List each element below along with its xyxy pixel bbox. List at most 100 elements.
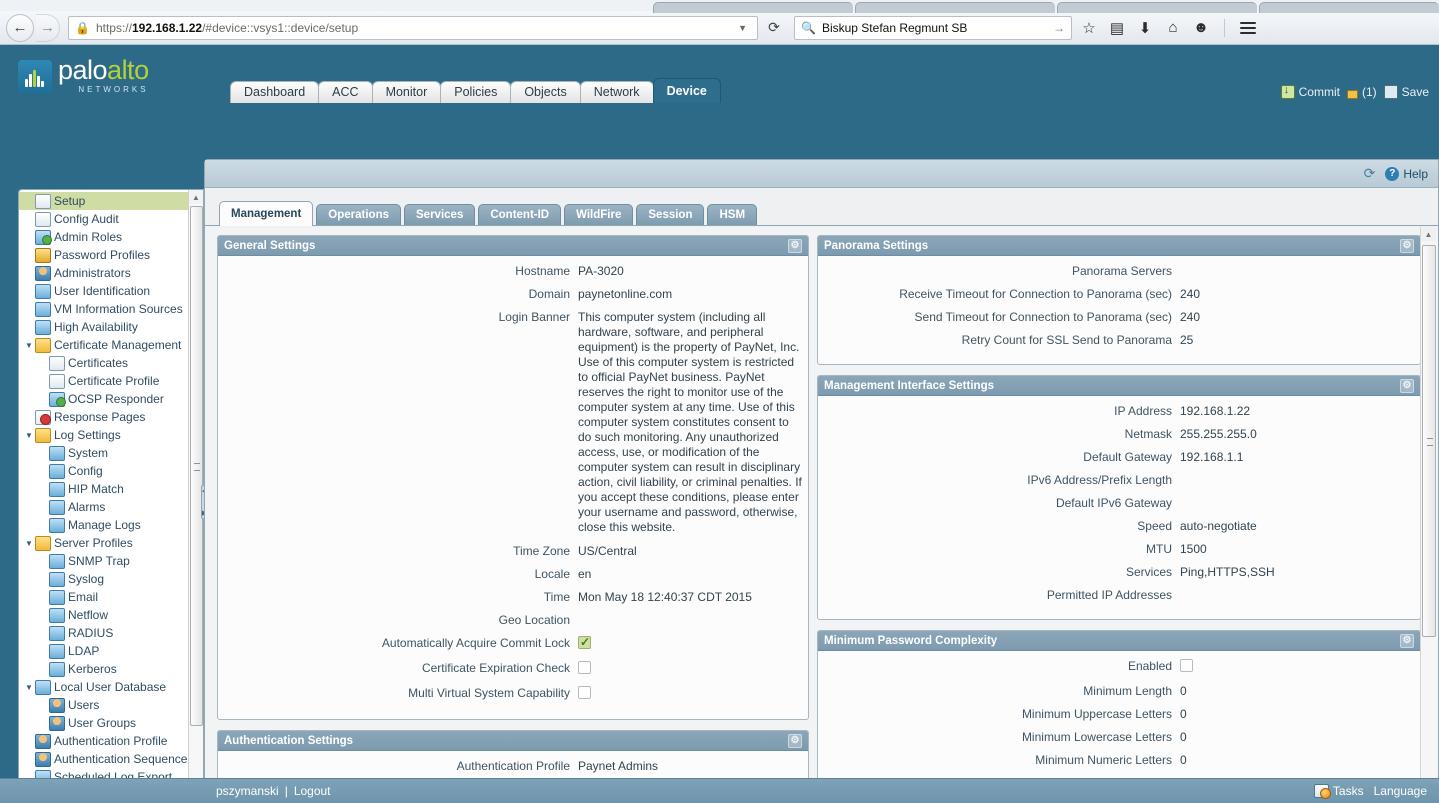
sidebar-item-syslog[interactable]: Syslog <box>19 570 203 588</box>
config-lock-button[interactable]: (1) <box>1346 85 1377 99</box>
sidebar-item-authentication-sequence[interactable]: Authentication Sequence <box>19 750 203 768</box>
reload-icon[interactable]: ⟳ <box>762 16 786 40</box>
subtab-operations[interactable]: Operations <box>316 204 402 225</box>
expand-arrow-icon[interactable]: ▼ <box>23 341 35 350</box>
nav-tab-objects[interactable]: Objects <box>510 81 581 103</box>
home-icon[interactable]: ⌂ <box>1164 18 1182 38</box>
scroll-up-arrow-icon[interactable]: ▲ <box>1425 227 1433 241</box>
sidebar-item-label: Config Audit <box>54 212 119 226</box>
sidebar-item-local-user-database[interactable]: ▼ Local User Database <box>19 678 203 696</box>
sidebar-item-certificate-profile[interactable]: Certificate Profile <box>19 372 203 390</box>
commit-button[interactable]: Commit <box>1280 84 1340 99</box>
nav-tab-acc[interactable]: ACC <box>318 81 373 103</box>
sidebar-item-system[interactable]: System <box>19 444 203 462</box>
sidebar-item-certificates[interactable]: Certificates <box>19 354 203 372</box>
back-arrow-icon[interactable]: ← <box>6 13 34 42</box>
sidebar-item-netflow[interactable]: Netflow <box>19 606 203 624</box>
checkbox[interactable] <box>578 686 591 699</box>
expand-arrow-icon[interactable]: ▼ <box>23 683 35 692</box>
star-icon[interactable]: ☆ <box>1080 18 1098 38</box>
sidebar-item-password-profiles[interactable]: Password Profiles <box>19 246 203 264</box>
chat-icon[interactable]: ☻ <box>1192 18 1210 38</box>
content-scroll-track[interactable] <box>1420 241 1437 803</box>
sidebar-item-vm-information-sources[interactable]: VM Information Sources <box>19 300 203 318</box>
sidebar-item-response-pages[interactable]: Response Pages <box>19 408 203 426</box>
subtab-wildfire[interactable]: WildFire <box>564 204 634 225</box>
sidebar-scroll-thumb[interactable] <box>189 206 203 726</box>
help-link[interactable]: ? Help <box>1385 166 1428 181</box>
sidebar-item-user-groups[interactable]: User Groups <box>19 714 203 732</box>
sidebar-item-setup[interactable]: Setup <box>19 192 203 210</box>
tasks-button[interactable]: Tasks <box>1313 784 1364 799</box>
sidebar-item-alarms[interactable]: Alarms <box>19 498 203 516</box>
checkbox[interactable] <box>1180 659 1193 672</box>
sidebar-item-kerberos[interactable]: Kerberos <box>19 660 203 678</box>
sidebar-item-user-identification[interactable]: User Identification <box>19 282 203 300</box>
subtab-session[interactable]: Session <box>636 204 705 225</box>
browser-tab[interactable] <box>1259 2 1439 13</box>
sidebar-item-authentication-profile[interactable]: Authentication Profile <box>19 732 203 750</box>
settings-row-value: 255.255.255.0 <box>1180 427 1257 441</box>
nav-tab-monitor[interactable]: Monitor <box>371 81 442 103</box>
save-button[interactable]: Save <box>1383 85 1429 99</box>
sidebar-item-email[interactable]: Email <box>19 588 203 606</box>
browser-tab[interactable] <box>1057 2 1257 13</box>
subtab-management[interactable]: Management <box>219 201 314 226</box>
subtab-content-id[interactable]: Content-ID <box>478 204 562 225</box>
expand-arrow-icon[interactable]: ▼ <box>23 539 35 548</box>
users-icon <box>49 697 65 713</box>
content-scrollbar[interactable]: ▲ ▼ <box>1420 227 1437 803</box>
nav-tab-network[interactable]: Network <box>579 81 654 103</box>
sidebar-item-admin-roles[interactable]: Admin Roles <box>19 228 203 246</box>
url-scheme: https:// <box>95 20 132 35</box>
checkbox[interactable] <box>578 661 591 674</box>
browser-tab-strip[interactable] <box>0 0 1439 13</box>
sidebar-item-ldap[interactable]: LDAP <box>19 642 203 660</box>
sidebar-tree: Setup Config Audit Admin Roles Password Pro… <box>18 189 204 803</box>
nav-tab-device[interactable]: Device <box>652 78 721 103</box>
sidebar-item-certificate-management[interactable]: ▼ Certificate Management <box>19 336 203 354</box>
gear-icon[interactable]: ⚙ <box>788 238 802 253</box>
browser-tab[interactable] <box>653 2 853 13</box>
refresh-icon[interactable]: ⟳ <box>1364 165 1376 182</box>
sidebar-item-high-availability[interactable]: High Availability <box>19 318 203 336</box>
settings-row-value: 1500 <box>1180 542 1207 556</box>
gear-icon[interactable]: ⚙ <box>1400 378 1414 393</box>
language-button[interactable]: Language <box>1374 784 1427 798</box>
scroll-up-arrow-icon[interactable]: ▲ <box>192 190 200 204</box>
content-scroll-thumb[interactable] <box>1421 245 1436 637</box>
sidebar-item-administrators[interactable]: Administrators <box>19 264 203 282</box>
sidebar-item-manage-logs[interactable]: Manage Logs <box>19 516 203 534</box>
subtab-services[interactable]: Services <box>404 204 476 225</box>
password-profiles-icon <box>35 247 51 263</box>
sidebar-item-config[interactable]: Config <box>19 462 203 480</box>
gear-icon[interactable]: ⚙ <box>1400 238 1414 253</box>
nav-tab-policies[interactable]: Policies <box>440 81 512 103</box>
sidebar-item-snmp-trap[interactable]: SNMP Trap <box>19 552 203 570</box>
browser-tab[interactable] <box>855 2 1055 13</box>
gear-icon[interactable]: ⚙ <box>788 733 802 748</box>
gear-icon[interactable]: ⚙ <box>1400 633 1414 648</box>
logout-link[interactable]: Logout <box>294 784 331 798</box>
address-bar[interactable]: 🔒 https://192.168.1.22/#device::vsys1::d… <box>68 15 758 40</box>
reading-list-icon[interactable]: ▤ <box>1108 18 1126 38</box>
sidebar-item-log-settings[interactable]: ▼ Log Settings <box>19 426 203 444</box>
download-icon[interactable]: ⬇ <box>1136 18 1154 38</box>
sidebar-item-users[interactable]: Users <box>19 696 203 714</box>
sidebar-item-hip-match[interactable]: HIP Match <box>19 480 203 498</box>
panel-header: Authentication Settings ⚙ <box>218 731 808 751</box>
forward-arrow-icon[interactable]: → <box>36 13 60 42</box>
search-input[interactable]: 🔍 Biskup Stefan Regmunt SB → <box>794 15 1072 40</box>
sidebar-item-ocsp-responder[interactable]: OCSP Responder <box>19 390 203 408</box>
expand-arrow-icon[interactable]: ▼ <box>23 431 35 440</box>
subtab-hsm[interactable]: HSM <box>707 204 758 225</box>
menu-icon[interactable] <box>1239 18 1257 38</box>
chevron-down-icon[interactable]: ▼ <box>738 23 751 33</box>
nav-tab-dashboard[interactable]: Dashboard <box>230 81 320 103</box>
sidebar-item-config-audit[interactable]: Config Audit <box>19 210 203 228</box>
arrow-right-icon[interactable]: → <box>1053 21 1065 35</box>
settings-row: Time Mon May 18 12:40:37 CDT 2015 <box>218 590 804 604</box>
checkbox[interactable] <box>578 635 591 649</box>
sidebar-item-server-profiles[interactable]: ▼ Server Profiles <box>19 534 203 552</box>
sidebar-item-radius[interactable]: RADIUS <box>19 624 203 642</box>
